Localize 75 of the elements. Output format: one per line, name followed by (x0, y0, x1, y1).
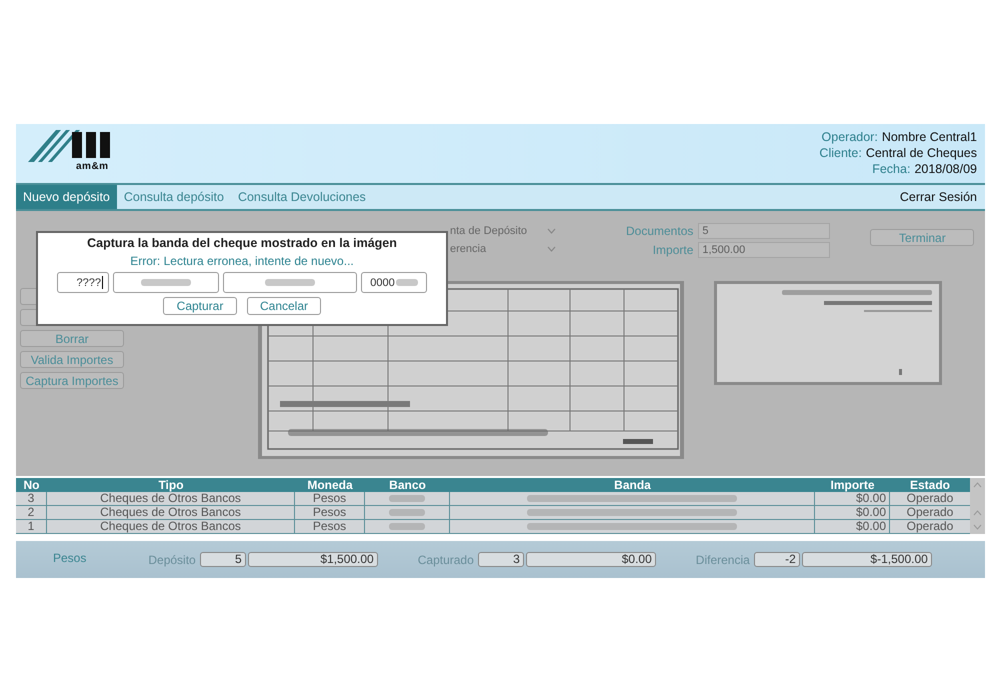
blurred-text-icon (527, 508, 737, 517)
table-cell: Cheques de Otros Bancos (47, 492, 295, 506)
chevron-down-icon (547, 246, 556, 252)
table-cell: 3 (16, 492, 47, 506)
table-cell: Operado (890, 520, 970, 534)
blurred-text-icon (389, 494, 425, 503)
input-field[interactable]: 5 (698, 223, 830, 239)
scroll-down-icon[interactable] (973, 524, 982, 530)
column-header: Banco (365, 478, 450, 492)
table-cell: $0.00 (815, 520, 890, 534)
dialog-button[interactable]: Capturar (163, 297, 237, 315)
band-input-field[interactable] (223, 272, 357, 293)
table-cell: Cheques de Otros Bancos (47, 520, 295, 534)
blurred-text-icon (527, 522, 737, 531)
total-label: Capturado (418, 552, 474, 566)
logout-link[interactable]: Cerrar Sesión (892, 185, 985, 209)
field-label: Importe (652, 243, 694, 257)
table-cell: Operado (890, 506, 970, 520)
table-cell: 2 (16, 506, 47, 520)
table-cell: Cheques de Otros Bancos (47, 506, 295, 520)
dialog-button[interactable]: Cancelar (247, 297, 321, 315)
table-cell: Pesos (295, 492, 365, 506)
table-cell: $0.00 (815, 492, 890, 506)
amount-field: $-1,500.00 (802, 552, 932, 567)
chevron-down-icon (547, 228, 556, 234)
band-input-field[interactable]: ???? (57, 272, 109, 293)
column-header: Moneda (295, 478, 365, 492)
table-cell: 1 (16, 520, 47, 534)
table-cell: Operado (890, 492, 970, 506)
nav-tab[interactable]: Consulta depósito (116, 185, 231, 209)
logo-text: am&m (76, 161, 109, 172)
amount-field: $0.00 (526, 552, 656, 567)
nav-tab[interactable]: Nuevo depósito (16, 185, 117, 209)
info-label: Operador: (822, 130, 878, 144)
count-field: -2 (754, 552, 800, 567)
column-header: Tipo (47, 478, 295, 492)
column-header: Importe (815, 478, 890, 492)
scroll-up-icon[interactable] (973, 482, 982, 488)
count-field: 5 (200, 552, 246, 567)
blurred-text-icon (389, 522, 425, 531)
table-cell: Pesos (295, 506, 365, 520)
amount-field: $1,500.00 (248, 552, 378, 567)
column-header: Banda (450, 478, 815, 492)
finish-button[interactable]: Terminar (870, 229, 974, 246)
blurred-text-icon (389, 508, 425, 517)
scroll-up-icon[interactable] (973, 510, 982, 516)
table-cell: Pesos (295, 520, 365, 534)
blurred-text-icon (265, 278, 315, 287)
info-value: Central de Cheques (866, 146, 977, 160)
info-label: Fecha: (872, 162, 910, 176)
table-cell: $0.00 (815, 506, 890, 520)
blurred-text-icon (141, 278, 191, 287)
error-message: Error: Lectura erronea, intente de nuevo... (130, 254, 354, 268)
info-value: 2018/08/09 (914, 162, 977, 176)
band-input-field[interactable]: 0000 (361, 272, 427, 293)
total-label: Depósito (148, 552, 196, 566)
dropdown[interactable]: nta de Depósito (450, 223, 560, 239)
field-label: Documentos (626, 224, 694, 238)
action-button[interactable]: Valida Importes (20, 351, 124, 368)
blurred-text-icon (396, 278, 418, 287)
dropdown[interactable]: erencia (450, 241, 560, 257)
count-field: 3 (478, 552, 524, 567)
action-button[interactable]: Captura Importes (20, 372, 124, 389)
currency-label: Pesos (53, 550, 86, 564)
action-button[interactable]: Borrar (20, 330, 124, 347)
info-label: Cliente: (819, 146, 862, 160)
nav-tab[interactable]: Consulta Devoluciones (230, 185, 373, 209)
total-label: Diferencia (696, 552, 750, 566)
band-input-field[interactable] (113, 272, 219, 293)
column-header: No (16, 478, 47, 492)
blurred-text-icon (527, 494, 737, 503)
column-header: Estado (890, 478, 970, 492)
dialog-title: Captura la banda del cheque mostrado en la imágen (87, 236, 397, 250)
info-value: Nombre Central1 (882, 130, 977, 144)
input-field[interactable]: 1,500.00 (698, 242, 830, 258)
